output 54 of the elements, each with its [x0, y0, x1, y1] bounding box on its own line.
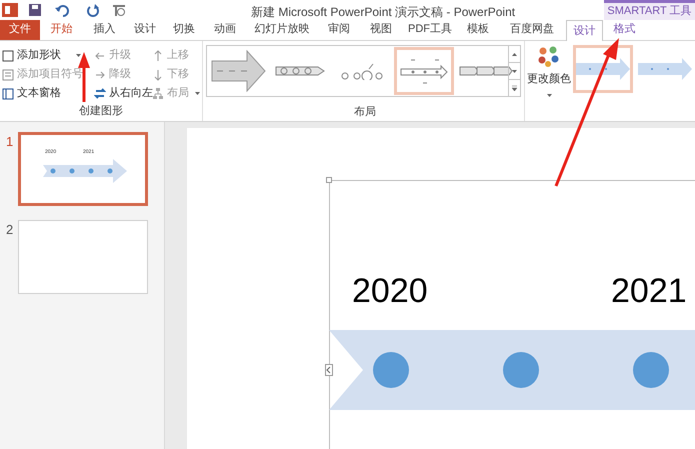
ribbon-tab[interactable]: 设计	[566, 20, 603, 41]
caret-down-icon	[511, 68, 518, 74]
command-icon	[2, 68, 14, 82]
slide-number: 1	[5, 133, 14, 151]
layout-thumbnail-icon	[459, 66, 513, 76]
redo-icon[interactable]	[86, 3, 100, 17]
group-label: 布局	[353, 105, 377, 119]
slide-number: 2	[5, 221, 14, 239]
ribbon-tab[interactable]: 插入	[83, 19, 126, 40]
command-icon	[152, 48, 164, 62]
contextual-tab-label: SMARTART 工具	[604, 0, 695, 20]
layout-option[interactable]	[394, 47, 454, 95]
timeline-year: 2020	[352, 271, 428, 312]
palette-icon	[537, 45, 561, 67]
caret-up-icon	[511, 50, 518, 58]
ribbon-tab[interactable]: 动画	[204, 19, 246, 40]
text-pane-toggle-icon[interactable]	[325, 364, 333, 376]
layout-thumbnail-icon	[275, 66, 325, 76]
ribbon-tab[interactable]: 设计	[126, 19, 164, 40]
command-icon	[2, 86, 14, 100]
ribbon-tab[interactable]: 格式	[603, 19, 646, 40]
command-icon	[152, 86, 164, 100]
ribbon-tab[interactable]: 模板	[458, 19, 498, 40]
resize-handle[interactable]	[326, 177, 332, 183]
ribbon-tab[interactable]: 审阅	[318, 19, 360, 40]
command-icon	[152, 68, 164, 82]
ribbon-command[interactable]: 文本窗格	[0, 84, 92, 103]
layout-thumbnail-icon	[400, 58, 448, 84]
ribbon-tab[interactable]: 幻灯片放映	[246, 19, 318, 40]
undo-icon[interactable]	[54, 3, 72, 17]
timeline-year: 2021	[611, 271, 687, 312]
dropdown-caret-icon	[546, 94, 552, 96]
change-colors-button[interactable]: 更改颜色	[525, 41, 573, 107]
layout-thumbnail-icon	[210, 50, 266, 92]
layout-thumbnail-icon	[341, 62, 383, 80]
ribbon-tab[interactable]: 百度网盘	[498, 19, 566, 40]
style-thumbnail-icon	[576, 57, 630, 81]
ribbon-tab[interactable]: 开始	[40, 19, 83, 40]
ribbon-command[interactable]: 从右向左	[92, 84, 150, 103]
style-thumbnail-icon	[638, 57, 692, 81]
slide-thumbnail[interactable]	[18, 220, 148, 294]
ribbon-tab[interactable]: 视图	[360, 19, 402, 40]
window-title: 新建 Microsoft PowerPoint 演示文稿 - PowerPoint	[251, 4, 516, 21]
expand-icon	[511, 84, 518, 92]
ribbon-command[interactable]: 添加形状	[0, 46, 92, 65]
command-icon	[94, 86, 106, 100]
command-icon	[2, 48, 14, 62]
ribbon-tab[interactable]: 文件	[0, 19, 40, 40]
smartart-style[interactable]	[573, 45, 633, 93]
touch-mode-icon[interactable]	[112, 3, 128, 17]
group-label: 创建图形	[78, 104, 124, 118]
ribbon-tab[interactable]: PDF工具	[402, 19, 458, 40]
ribbon-tab[interactable]: 切换	[164, 19, 204, 40]
save-icon[interactable]	[28, 3, 42, 17]
